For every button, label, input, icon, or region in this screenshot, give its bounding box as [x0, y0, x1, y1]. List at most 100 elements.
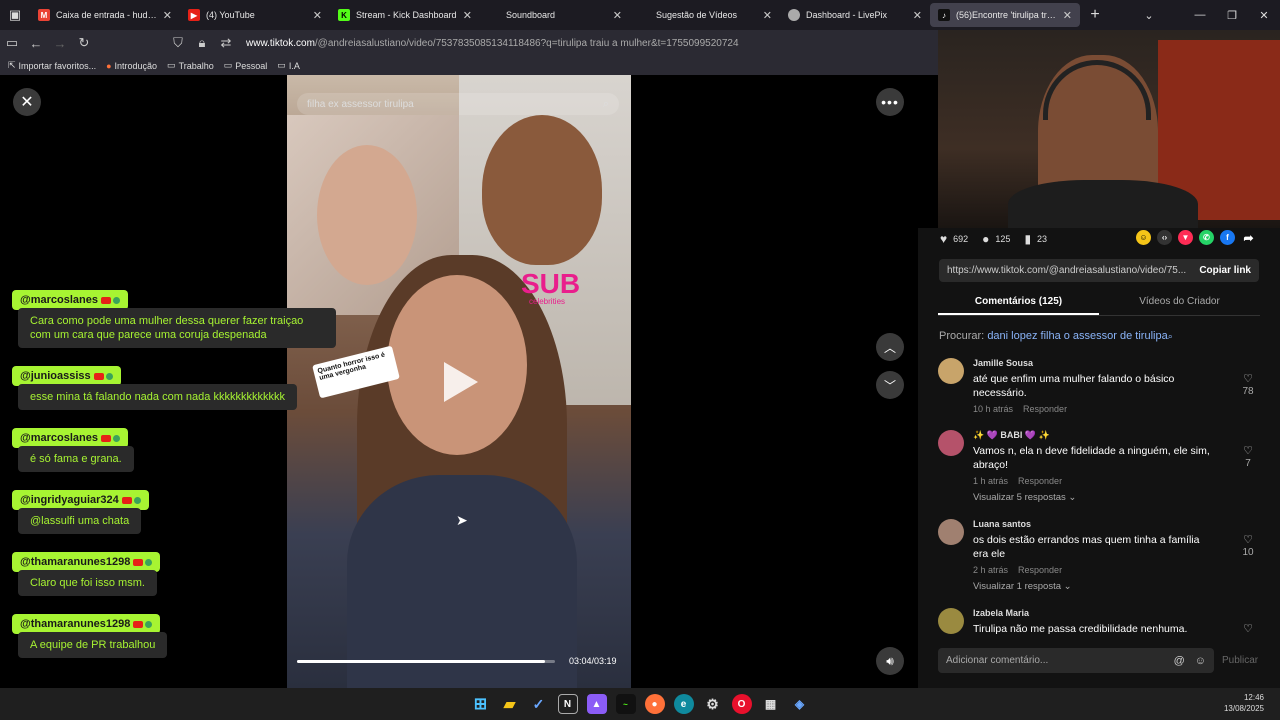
terminal-icon[interactable]: ~ [615, 694, 636, 714]
close-tab-icon[interactable]: ✕ [913, 9, 922, 22]
tab-livepix[interactable]: Dashboard - LivePix ✕ [780, 0, 930, 30]
comment-button[interactable]: ● 125 [982, 232, 1010, 246]
sub-logo: SUB [521, 268, 581, 299]
avatar[interactable] [938, 358, 964, 384]
video-woman-left-image [317, 145, 417, 285]
next-video-button[interactable]: ﹀ [876, 371, 904, 399]
repost-icon[interactable]: ▼ [1178, 230, 1193, 245]
verified-icon [113, 296, 120, 304]
comment-author[interactable]: Izabela Maria [973, 608, 1029, 618]
tab-youtube[interactable]: ▶ (4) YouTube ✕ [180, 0, 330, 30]
back-icon[interactable]: ← [24, 36, 48, 51]
windows-start-icon[interactable]: ⊞ [471, 694, 491, 714]
bookmark-introducao[interactable]: ● Introdução [106, 61, 157, 71]
comment-like-button[interactable]: ♡ [1238, 622, 1258, 634]
search-suggestion-query[interactable]: dani lopez filha o assessor de tirulipa [987, 330, 1167, 342]
comment-like-button[interactable]: ♡ 7 [1238, 444, 1258, 469]
shield-icon[interactable]: ⛉ [166, 35, 190, 51]
comment-author[interactable]: Jamille Sousa [973, 358, 1033, 368]
share-arrow-icon[interactable]: ➦ [1241, 230, 1256, 245]
tab-kick[interactable]: K Stream - Kick Dashboard ✕ [330, 0, 480, 30]
vscode-icon[interactable]: ◈ [790, 694, 810, 714]
firefox-icon[interactable]: ● [644, 694, 665, 714]
tab-sugestao[interactable]: Sugestão de Vídeos ✕ [630, 0, 780, 30]
mention-icon[interactable]: @ [1174, 655, 1185, 667]
video-search-bar[interactable]: filha ex assessor tirulipa ⌕ [297, 93, 619, 115]
bookmark-label: Introdução [114, 60, 158, 71]
sidebar-toggle-icon[interactable]: ▭ [0, 35, 24, 51]
forward-icon[interactable]: → [48, 36, 72, 51]
affinity-icon[interactable]: ▲ [586, 694, 607, 714]
view-replies-button[interactable]: Visualizar 5 respostas ⌄ [973, 492, 1076, 503]
tab-list-icon[interactable]: ▣ [0, 0, 30, 30]
lock-icon[interactable]: 🔒︎ [190, 35, 214, 51]
permissions-icon[interactable]: ⇄ [214, 35, 238, 51]
tab-comments[interactable]: Comentários (125) [938, 292, 1099, 315]
todo-icon[interactable]: ✓ [529, 694, 549, 714]
reply-button[interactable]: Responder [1018, 476, 1062, 486]
url-bar[interactable]: www.tiktok.com/@andreiasalustiano/video/… [246, 38, 739, 49]
emoji-share-icon[interactable]: ☺ [1136, 230, 1151, 245]
video-progress-bar[interactable] [297, 660, 555, 663]
minimize-icon[interactable]: — [1184, 9, 1216, 21]
avatar[interactable] [938, 430, 964, 456]
previous-video-button[interactable]: ︿ [876, 333, 904, 361]
tab-soundboard[interactable]: Soundboard ✕ [480, 0, 630, 30]
window-controls: — ❐ ✕ [1184, 0, 1280, 30]
bookmark-import[interactable]: ⇱ Importar favoritos... [8, 60, 96, 71]
copy-link-button[interactable]: Copiar link [1199, 265, 1251, 276]
facebook-icon[interactable]: f [1220, 230, 1235, 245]
comment-like-button[interactable]: ♡ 78 [1238, 372, 1258, 397]
heart-outline-icon: ♡ [1243, 373, 1253, 385]
settings-gear-icon[interactable]: ⚙ [703, 694, 723, 714]
streaming-app-icon[interactable]: ▦ [761, 694, 781, 714]
publish-button[interactable]: Publicar [1222, 655, 1258, 666]
reload-icon[interactable]: ↻ [72, 35, 96, 51]
comment-author[interactable]: ✨ 💜 BABI 💜 ✨ [973, 430, 1050, 441]
file-explorer-icon[interactable]: ▰ [500, 694, 520, 714]
avatar[interactable] [938, 608, 964, 634]
save-button[interactable]: ▮ 23 [1024, 232, 1047, 246]
tab-label: Caixa de entrada - hudsonfabio [56, 10, 157, 20]
notion-icon[interactable]: N [557, 694, 578, 714]
comment-like-button[interactable]: ♡ 10 [1238, 533, 1258, 558]
close-tab-icon[interactable]: ✕ [313, 9, 322, 22]
volume-button[interactable]: 🔊︎ [876, 647, 904, 675]
like-button[interactable]: ♥ 692 [940, 232, 968, 246]
close-tab-icon[interactable]: ✕ [1063, 9, 1072, 22]
tab-gmail[interactable]: M Caixa de entrada - hudsonfabio ✕ [30, 0, 180, 30]
close-tab-icon[interactable]: ✕ [163, 9, 172, 22]
avatar[interactable] [938, 519, 964, 545]
more-options-button[interactable]: ••• [876, 88, 904, 116]
whatsapp-icon[interactable]: ✆ [1199, 230, 1214, 245]
close-tab-icon[interactable]: ✕ [613, 9, 622, 22]
close-tab-icon[interactable]: ✕ [763, 9, 772, 22]
search-icon[interactable]: ⌕ [603, 98, 609, 111]
view-replies-button[interactable]: Visualizar 1 resposta ⌄ [973, 581, 1072, 592]
bookmark-pessoal[interactable]: ▭ Pessoal [224, 60, 268, 71]
reply-button[interactable]: Responder [1023, 404, 1067, 414]
new-tab-icon[interactable]: + [1080, 6, 1110, 24]
add-comment-input[interactable]: Adicionar comentário... @ ☺ [938, 648, 1214, 673]
embed-icon[interactable]: ‹› [1157, 230, 1172, 245]
clock-date: 13/08/2025 [1223, 704, 1264, 713]
comment-author[interactable]: Luana santos [973, 519, 1031, 529]
bookmark-ia[interactable]: ▭ I.A [277, 60, 300, 71]
bookmark-trabalho[interactable]: ▭ Trabalho [167, 60, 214, 71]
close-window-icon[interactable]: ✕ [1248, 9, 1280, 22]
close-tab-icon[interactable]: ✕ [463, 9, 472, 22]
tab-creator-videos[interactable]: Vídeos do Criador [1099, 292, 1260, 315]
comment-icon: ● [982, 232, 990, 246]
emoji-icon[interactable]: ☺ [1195, 655, 1206, 667]
play-icon[interactable] [444, 362, 478, 402]
opera-icon[interactable]: O [731, 694, 752, 714]
close-video-button[interactable]: ✕ [13, 88, 41, 116]
tab-tiktok[interactable]: ♪ (56)Encontre 'tirulipa traiu a mu ✕ [930, 3, 1080, 27]
share-link-text[interactable]: https://www.tiktok.com/@andreiasalustian… [947, 265, 1189, 276]
reply-button[interactable]: Responder [1018, 565, 1062, 575]
maximize-icon[interactable]: ❐ [1216, 9, 1248, 22]
tab-overflow-chevron-icon[interactable]: ⌄ [1134, 9, 1164, 22]
edge-icon[interactable]: e [673, 694, 694, 714]
view-replies-label: Visualizar 5 respostas [973, 492, 1066, 503]
search-suggestion[interactable]: Procurar: dani lopez filha o assessor de… [939, 330, 1173, 342]
